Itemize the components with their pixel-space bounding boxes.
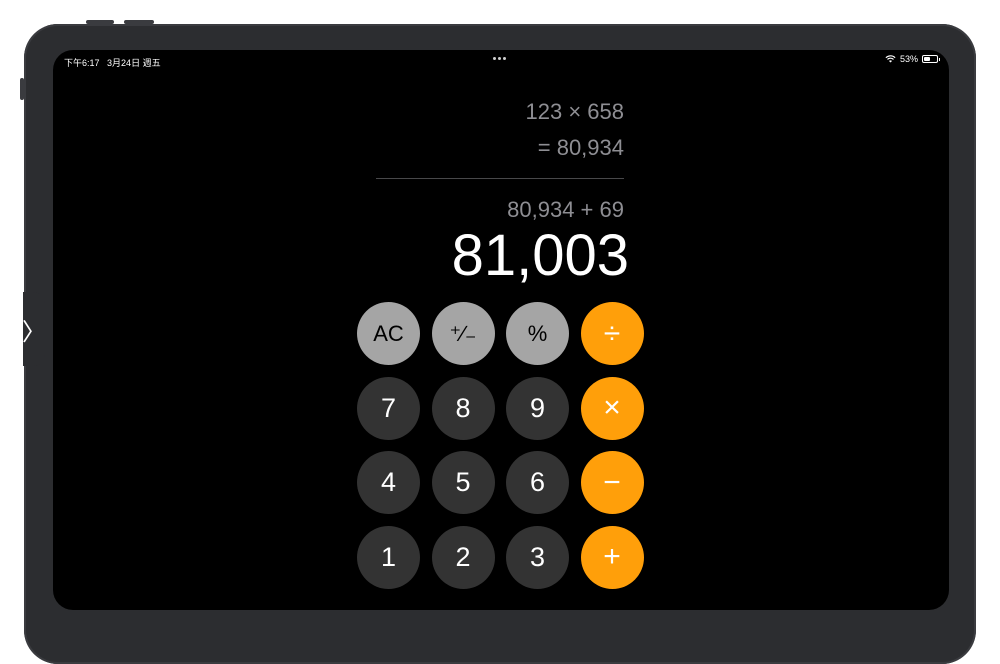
status-date: 3月24日 週五 [107,58,161,68]
digit-9-button[interactable]: 9 [506,376,569,440]
chevron-right-icon: 〉 [22,318,46,346]
percent-button[interactable]: % [506,302,569,365]
slide-over-handle[interactable]: 〉 [22,292,46,366]
clear-button[interactable]: AC [357,302,420,365]
digit-8-button[interactable]: 8 [431,376,495,440]
digit-2-button[interactable]: 2 [431,525,495,589]
battery-percent: 53% [899,54,918,64]
multiply-button[interactable]: × [580,376,644,440]
calculator-screen: 下午6:17 3月24日 週五 53% 123 × 658 = 80,934 8… [53,50,949,610]
divide-button[interactable]: ÷ [580,302,644,365]
battery-icon [922,55,940,63]
status-time: 下午6:17 [64,58,100,68]
digit-5-button[interactable]: 5 [431,451,495,514]
minus-button[interactable]: − [580,451,644,514]
status-left: 下午6:17 3月24日 週五 [64,56,166,69]
history-divider [376,178,624,179]
multitasking-dots-icon[interactable] [493,57,506,60]
digit-7-button[interactable]: 7 [357,376,420,440]
digit-3-button[interactable]: 3 [506,525,569,589]
plus-minus-button[interactable]: ⁺∕₋ [431,302,495,365]
history-expression: 123 × 658 [525,99,624,124]
wifi-icon [885,55,896,63]
plus-button[interactable]: + [580,525,644,589]
digit-4-button[interactable]: 4 [357,451,420,514]
current-expression: 80,934 + 69 [507,197,624,222]
status-right: 53% [885,54,940,64]
result-display: 81,003 [451,223,629,288]
status-bar: 下午6:17 3月24日 週五 53% [53,50,949,72]
digit-6-button[interactable]: 6 [506,451,569,514]
digit-1-button[interactable]: 1 [357,525,420,589]
history-result: = 80,934 [537,135,624,160]
